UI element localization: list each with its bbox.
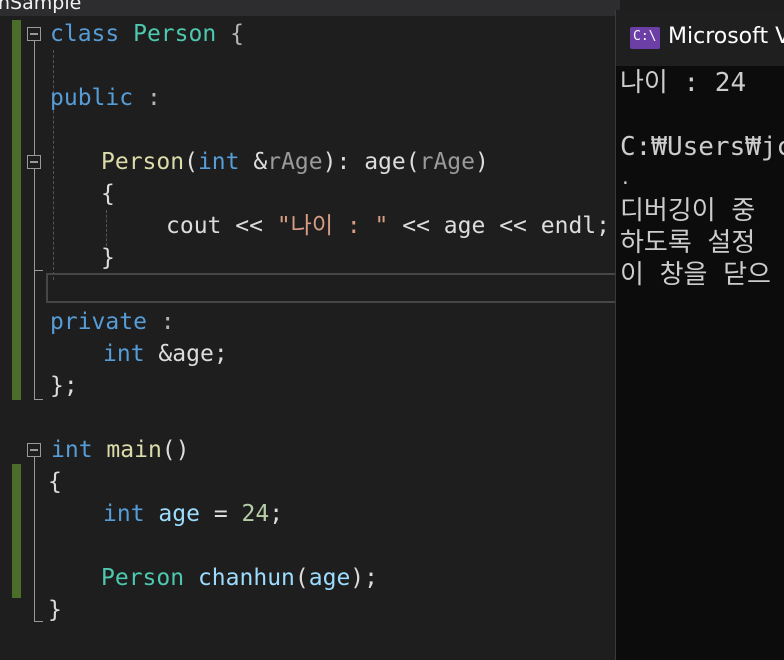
indent-guide: [106, 210, 107, 246]
code-line-close-brace: }: [101, 245, 115, 271]
change-indicator-bar: [12, 20, 21, 400]
outline-end: [34, 270, 43, 271]
console-line: 이 창을 닫으: [620, 260, 771, 290]
debug-console-window[interactable]: C:\ Microsoft V 나이 : 24 C:₩Users₩jc . 디버…: [615, 10, 784, 660]
change-indicator-bar: [12, 464, 21, 598]
outline-line: [34, 457, 35, 622]
code-line-main-close: }: [48, 597, 62, 623]
window-title: nSample: [0, 0, 82, 14]
editor-tab-bar: nSample: [0, 0, 620, 16]
code-line-open-brace: {: [101, 181, 115, 207]
console-title-bar[interactable]: C:\ Microsoft V: [616, 10, 784, 66]
code-line-constructor: Person(int &rAge): age(rAge): [101, 149, 489, 175]
console-line: .: [620, 168, 631, 189]
code-line-cout: cout << "나이 : " << age << endl;: [166, 213, 611, 239]
code-line-class-decl: class Person {: [50, 21, 244, 47]
collapse-main-button[interactable]: [27, 443, 41, 457]
collapse-constructor-button[interactable]: [27, 155, 41, 169]
code-line-main: int main(): [51, 437, 190, 463]
current-line-highlight: [46, 273, 626, 303]
outline-line: [34, 41, 35, 400]
code-line-member: int &age;: [103, 341, 228, 367]
console-app-icon: C:\: [630, 27, 660, 49]
code-line-private: private :: [50, 309, 175, 335]
code-line-age-decl: int age = 24;: [103, 501, 284, 527]
console-line: 디버깅이 중: [620, 196, 756, 226]
console-title: Microsoft V: [668, 24, 784, 49]
code-line-object: Person chanhun(age);: [101, 565, 379, 591]
console-line: 하도록 설정: [620, 228, 756, 258]
outline-end: [34, 621, 43, 622]
code-line-class-end: };: [50, 373, 78, 399]
console-line: C:₩Users₩jc: [620, 132, 784, 162]
console-line: 나이 : 24: [620, 68, 747, 98]
collapse-class-button[interactable]: [27, 27, 41, 41]
code-line-main-open: {: [48, 469, 62, 495]
outline-end: [34, 399, 43, 400]
code-line-public: public :: [50, 85, 161, 111]
